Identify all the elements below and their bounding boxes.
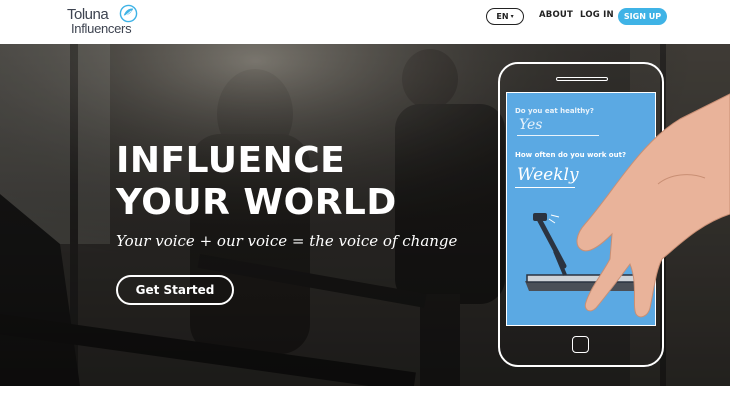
hero-title: INFLUENCE YOUR WORLD [116, 140, 416, 224]
site-header: Toluna Influencers EN ▾ ABOUT LOG IN SIG… [0, 0, 730, 44]
logo-word-influencers: Influencers [71, 21, 132, 36]
toluna-influencers-logo[interactable]: Toluna Influencers [67, 4, 147, 40]
survey-answer-1: Yes [519, 117, 543, 133]
caret-down-icon: ▾ [510, 13, 514, 20]
language-label: EN [496, 12, 509, 21]
pointing-hand-image [576, 93, 730, 318]
nav-about-link[interactable]: ABOUT [539, 10, 573, 20]
hero-title-line-1: INFLUENCE [116, 140, 346, 181]
hero-title-line-2: YOUR WORLD [116, 182, 397, 223]
get-started-button[interactable]: Get Started [116, 275, 234, 305]
hero-section: INFLUENCE YOUR WORLD Your voice + our vo… [0, 44, 730, 386]
hero-tagline: Your voice + our voice = the voice of ch… [116, 232, 458, 250]
nav-login-link[interactable]: LOG IN [580, 10, 614, 20]
language-selector[interactable]: EN ▾ [486, 8, 524, 25]
signup-button[interactable]: SIGN UP [618, 8, 667, 25]
